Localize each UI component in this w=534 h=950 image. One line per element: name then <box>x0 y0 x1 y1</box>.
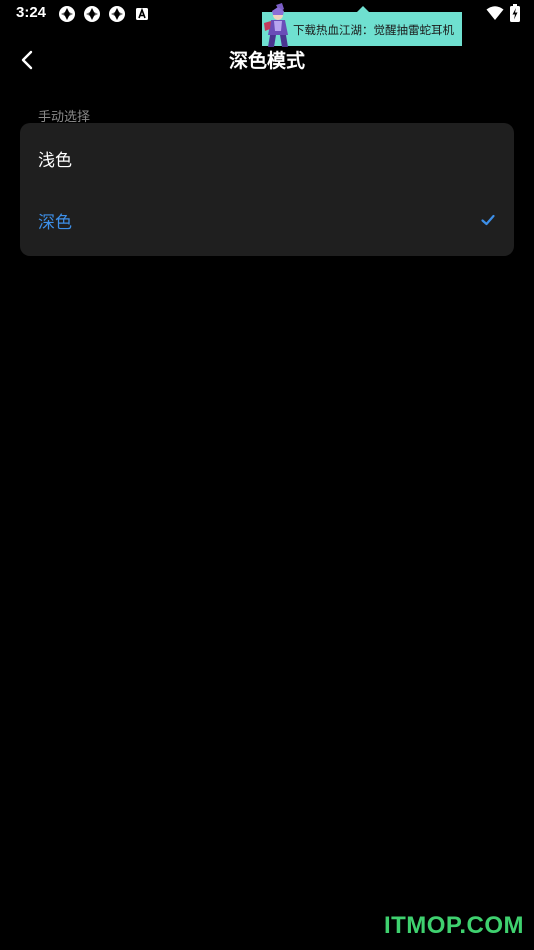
option-dark-label: 深色 <box>38 213 72 233</box>
status-right-icons <box>486 4 520 22</box>
option-light[interactable]: 浅色 <box>20 127 514 189</box>
option-light-label: 浅色 <box>38 151 72 171</box>
a-notification-icon <box>136 7 148 20</box>
watermark-logo: ITMOP.COM <box>383 912 524 939</box>
status-time: 3:24 <box>16 4 47 21</box>
header: 深色模式 <box>0 38 534 80</box>
theme-options-card: 浅色 深色 <box>20 123 514 256</box>
checkmark-icon <box>481 214 495 226</box>
app-notification-icon <box>84 6 100 22</box>
option-dark[interactable]: 深色 <box>20 189 514 251</box>
page-title: 深色模式 <box>228 50 305 72</box>
ad-text[interactable]: 下载热血江湖：觉醒抽雷蛇耳机 <box>293 22 454 38</box>
app-notification-icon <box>59 6 75 22</box>
notification-icons <box>58 5 151 23</box>
app-notification-icon <box>109 6 125 22</box>
wifi-icon <box>486 6 504 20</box>
battery-charging-icon <box>510 4 520 22</box>
ad-pointer <box>357 6 369 12</box>
